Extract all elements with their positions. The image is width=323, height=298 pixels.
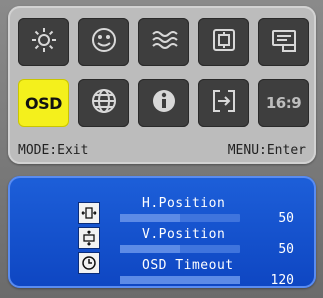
tile-input-source[interactable] [198,79,249,127]
tile-brightness[interactable] [18,18,69,66]
tile-monitor-settings[interactable] [258,18,309,66]
menu-tile-grid: OSD 16:9 [18,18,309,130]
tile-information[interactable] [138,79,189,127]
brightness-icon [29,25,59,59]
information-icon [149,86,179,120]
hint-menu-enter: MENU:Enter [227,142,306,158]
horizontal-position-icon [78,202,100,224]
osd-submenu: H.Position 50 V.Position 50 OSD Timeout … [8,176,316,288]
clock-icon [78,252,100,274]
v-position-slider[interactable] [120,245,240,253]
tile-image[interactable] [78,18,129,66]
setting-value: 120 [270,273,294,288]
osd-main-menu: OSD 16:9 MODE:Exit MENU:Enter [8,6,316,164]
monitor-osd: OSD 16:9 MODE:Exit MENU:Enter H.Position… [0,0,323,298]
vertical-position-icon [78,227,100,249]
key-hints: MODE:Exit MENU:Enter [14,140,310,160]
submenu-icons [78,202,102,277]
setting-h-position[interactable]: H.Position 50 [120,196,316,227]
tile-color[interactable] [138,18,189,66]
setting-label: OSD Timeout [142,258,234,273]
aspect-ratio-icon: 16:9 [265,94,302,112]
monitor-settings-icon [269,25,299,59]
setting-label: H.Position [142,196,226,211]
color-waves-icon [149,25,179,59]
tile-language[interactable] [78,79,129,127]
image-setup-icon [209,25,239,59]
setting-value: 50 [278,211,294,226]
tile-aspect-ratio[interactable]: 16:9 [258,79,309,127]
setting-v-position[interactable]: V.Position 50 [120,227,316,258]
input-source-icon [209,86,239,120]
setting-label: V.Position [142,227,226,242]
osd-icon: OSD [25,93,62,113]
tile-osd[interactable]: OSD [18,79,69,127]
tile-image-setup[interactable] [198,18,249,66]
language-globe-icon [89,86,119,120]
setting-osd-timeout[interactable]: OSD Timeout 120 [120,258,316,289]
hint-mode-exit: MODE:Exit [18,142,89,158]
setting-value: 50 [278,242,294,257]
submenu-rows: H.Position 50 V.Position 50 OSD Timeout … [120,196,316,289]
image-face-icon [89,25,119,59]
osd-timeout-slider[interactable] [120,276,240,284]
h-position-slider[interactable] [120,214,240,222]
